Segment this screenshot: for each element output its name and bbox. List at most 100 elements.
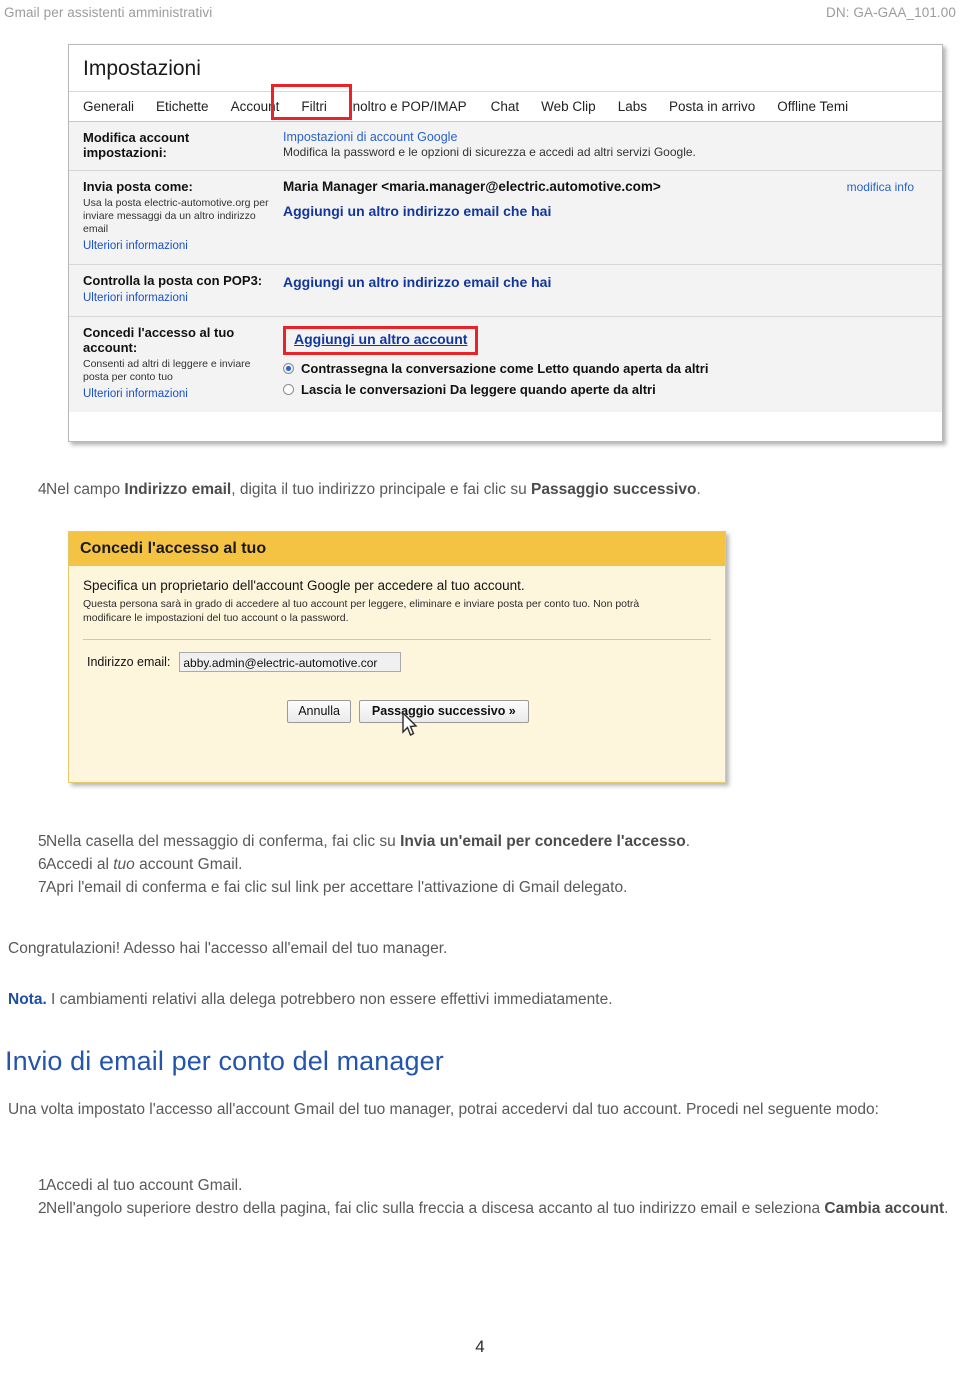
link-aggiungi-altro-indirizzo-email-pop3[interactable]: Aggiungi un altro indirizzo email che ha… bbox=[283, 274, 551, 290]
step-number-7: 7 bbox=[38, 879, 47, 896]
step-number-1: 1 bbox=[38, 1177, 47, 1194]
tab-etichette[interactable]: Etichette bbox=[156, 99, 209, 114]
tab-posta-in-arrivo[interactable]: Posta in arrivo bbox=[669, 99, 755, 114]
step5-bold-invia-email: Invia un'email per concedere l'accesso bbox=[400, 833, 686, 850]
paragraph-congratulations: Congratulazioni! Adesso hai l'accesso al… bbox=[8, 940, 448, 957]
settings-row-invia-posta-come: Invia posta come: Usa la posta electric-… bbox=[69, 171, 942, 265]
radio-option-lascia-da-leggere[interactable]: Lascia le conversazioni Da leggere quand… bbox=[283, 382, 932, 397]
step-item-5: 5 Nella casella del messaggio di conferm… bbox=[0, 830, 960, 853]
tab-offline-temi[interactable]: Offline Temi bbox=[777, 99, 848, 114]
row-label-impostazioni: impostazioni: bbox=[83, 145, 167, 160]
link-impostazioni-account-google[interactable]: Impostazioni di account Google bbox=[283, 130, 932, 144]
step-item-7: 7 Apri l'email di conferma e fai clic su… bbox=[0, 876, 960, 899]
tab-web-clip[interactable]: Web Clip bbox=[541, 99, 596, 114]
dialog-next-step-button[interactable]: Passaggio successivo » bbox=[358, 700, 529, 723]
step2-post: . bbox=[944, 1200, 949, 1217]
radio-label-lascia-da-leggere: Lascia le conversazioni Da leggere quand… bbox=[301, 382, 656, 397]
dialog-title: Concedi l'accesso al tuo bbox=[80, 540, 267, 557]
link-ulteriori-informazioni-pop3[interactable]: Ulteriori informazioni bbox=[83, 291, 188, 305]
step4-mid: , digita il tuo indirizzo principale e f… bbox=[231, 481, 532, 498]
dialog-divider bbox=[83, 639, 711, 640]
dialog-email-input[interactable]: abby.admin@electric-automotive.cor bbox=[179, 652, 402, 672]
step6-pre: Accedi al bbox=[46, 856, 114, 873]
note-text: I cambiamenti relativi alla delega potre… bbox=[46, 991, 613, 1008]
dialog-sub-text: Questa persona sarà in grado di accedere… bbox=[83, 598, 640, 624]
tab-chat[interactable]: Chat bbox=[491, 99, 520, 114]
paragraph-note: Nota. I cambiamenti relativi alla delega… bbox=[8, 988, 952, 1012]
dialog-lead-text: Specifica un proprietario dell'account G… bbox=[83, 578, 525, 593]
step6-italic-tuo: tuo bbox=[113, 856, 135, 873]
annotation-highlight-box-aggiungi-account: Aggiungi un altro account bbox=[283, 326, 479, 355]
settings-tab-bar: Generali Etichette Account Filtri Inoltr… bbox=[69, 84, 942, 122]
tab-labs[interactable]: Labs bbox=[618, 99, 647, 114]
step-number-4: 4 bbox=[38, 481, 47, 498]
radio-button-selected-icon[interactable] bbox=[283, 363, 294, 374]
header-document-title: Gmail per assistenti amministrativi bbox=[4, 5, 213, 20]
dialog-body: Specifica un proprietario dell'account G… bbox=[69, 566, 725, 736]
row-label-concedi-accesso: Concedi l'accesso al tuo bbox=[83, 325, 235, 340]
settings-rows: Modifica account impostazioni: Impostazi… bbox=[69, 122, 942, 412]
row-description-concedi-accesso: Consenti ad altri di leggere e inviare p… bbox=[83, 358, 251, 383]
dialog-header: Concedi l'accesso al tuo bbox=[69, 532, 725, 566]
settings-row-concedi-accesso: Concedi l'accesso al tuo account: Consen… bbox=[69, 317, 942, 412]
step4-post: . bbox=[696, 481, 701, 498]
step-number-2: 2 bbox=[38, 1200, 47, 1217]
dialog-email-field-group: Indirizzo email: abby.admin@electric-aut… bbox=[83, 652, 711, 672]
link-aggiungi-altro-indirizzo-email-invia[interactable]: Aggiungi un altro indirizzo email che ha… bbox=[283, 203, 551, 219]
row-description-invia-posta-come: Usa la posta electric-automotive.org per… bbox=[83, 197, 269, 235]
step4-pre: Nel campo bbox=[46, 481, 125, 498]
settings-row-controlla-posta-pop3: Controlla la posta con POP3: Ulteriori i… bbox=[69, 265, 942, 317]
dialog-field-label-indirizzo-email: Indirizzo email: bbox=[87, 655, 171, 669]
step-list-5-7: 5 Nella casella del messaggio di conferm… bbox=[0, 830, 960, 899]
link-ulteriori-informazioni-concedi[interactable]: Ulteriori informazioni bbox=[83, 387, 188, 401]
step5-pre: Nella casella del messaggio di conferma,… bbox=[46, 833, 401, 850]
radio-label-contrassegna-letto: Contrassegna la conversazione come Letto… bbox=[301, 361, 709, 376]
link-aggiungi-un-altro-account[interactable]: Aggiungi un altro account bbox=[294, 331, 467, 347]
page-number: 4 bbox=[475, 1337, 485, 1356]
account-address-maria-manager: Maria Manager <maria.manager@electric.au… bbox=[283, 179, 661, 194]
link-ulteriori-informazioni-invia-posta[interactable]: Ulteriori informazioni bbox=[83, 239, 188, 253]
figure-concedi-accesso-dialog: Concedi l'accesso al tuo Specifica un pr… bbox=[68, 531, 726, 783]
row-description-modifica-account: Modifica la password e le opzioni di sic… bbox=[283, 145, 696, 159]
step-item-1: 1 Accedi al tuo account Gmail. bbox=[0, 1174, 960, 1197]
dialog-button-row: Annulla Passaggio successivo » bbox=[83, 700, 711, 736]
header-document-number: DN: GA-GAA_101.00 bbox=[825, 5, 956, 20]
document-header: Gmail per assistenti amministrativi DN: … bbox=[0, 0, 960, 30]
step-number-6: 6 bbox=[38, 856, 47, 873]
step-list-1-2: 1 Accedi al tuo account Gmail. 2 Nell'an… bbox=[0, 1174, 960, 1220]
step6-post: account Gmail. bbox=[134, 856, 243, 873]
paragraph-section-intro: Una volta impostato l'accesso all'accoun… bbox=[8, 1101, 879, 1118]
step5-post: . bbox=[685, 833, 691, 850]
step2-bold-cambia-account: Cambia account bbox=[824, 1200, 945, 1217]
row-label-concedi-accesso-cont: account: bbox=[83, 340, 138, 355]
radio-button-unselected-icon[interactable] bbox=[283, 384, 294, 395]
figure-gmail-settings-screenshot: Impostazioni Generali Etichette Account … bbox=[68, 44, 943, 442]
row-label-invia-posta-come: Invia posta come: bbox=[83, 179, 193, 194]
step4-bold-passaggio-successivo: Passaggio successivo bbox=[531, 481, 697, 498]
link-modifica-info[interactable]: modifica info bbox=[847, 180, 914, 194]
settings-row-modifica-account: Modifica account impostazioni: Impostazi… bbox=[69, 122, 942, 171]
step-text-1: Accedi al tuo account Gmail. bbox=[46, 1177, 243, 1194]
annotation-highlight-box-account-tab bbox=[271, 84, 352, 120]
step-item-4: 4 Nel campo Indirizzo email, digita il t… bbox=[0, 478, 960, 501]
step-text-4: Nel campo Indirizzo email, digita il tuo… bbox=[46, 478, 960, 501]
mouse-cursor-icon bbox=[402, 712, 418, 736]
step-item-6: 6 Accedi al tuo account Gmail. bbox=[0, 853, 960, 876]
tab-inoltro-pop-imap[interactable]: Inoltro e POP/IMAP bbox=[349, 99, 467, 114]
step4-bold-indirizzo-email: Indirizzo email bbox=[124, 481, 232, 498]
row-label-controlla-posta-pop3: Controlla la posta con POP3: bbox=[83, 273, 263, 288]
note-label: Nota. bbox=[8, 991, 47, 1008]
step2-pre: Nell'angolo superiore destro della pagin… bbox=[46, 1200, 825, 1217]
settings-page-title: Impostazioni bbox=[83, 57, 201, 80]
step-number-5: 5 bbox=[38, 833, 47, 850]
step-item-2: 2 Nell'angolo superiore destro della pag… bbox=[0, 1197, 960, 1220]
tab-generali[interactable]: Generali bbox=[83, 99, 134, 114]
dialog-cancel-button[interactable]: Annulla bbox=[287, 700, 351, 723]
step-text-5: Nella casella del messaggio di conferma,… bbox=[46, 830, 960, 853]
step-text-7: Apri l'email di conferma e fai clic sul … bbox=[46, 879, 628, 896]
row-label-modifica-account: Modifica account bbox=[83, 130, 190, 145]
step-text-2: Nell'angolo superiore destro della pagin… bbox=[46, 1197, 960, 1220]
step-text-6: Accedi al tuo account Gmail. bbox=[46, 853, 960, 876]
section-heading-invio-email: Invio di email per conto del manager bbox=[5, 1046, 444, 1076]
radio-option-contrassegna-letto[interactable]: Contrassegna la conversazione come Letto… bbox=[283, 361, 932, 376]
